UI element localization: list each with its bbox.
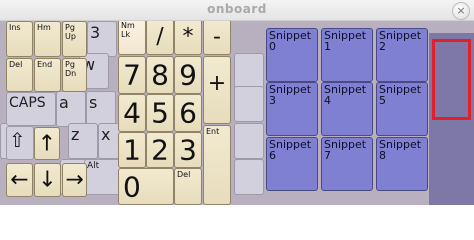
snippet-number: 8 (379, 149, 386, 162)
key-numpad-4[interactable]: 4 (118, 94, 146, 132)
snippet-button-6[interactable]: Snippet 6 (266, 137, 318, 191)
key-numpad-9[interactable]: 9 (174, 56, 202, 94)
key-3[interactable]: 3 (87, 21, 117, 57)
highlight-box (432, 39, 471, 120)
snippet-number: 1 (324, 40, 331, 53)
window-title: onboard (207, 2, 267, 16)
snippet-button-1[interactable]: Snippet 1 (321, 28, 373, 82)
key-page-up-label: Pg Up (65, 23, 76, 41)
snippet-button-5[interactable]: Snippet 5 (376, 82, 428, 136)
snippet-number: 2 (379, 40, 386, 53)
snippet-button-7[interactable]: Snippet 7 (321, 137, 373, 191)
key-numpad-enter-label: Ent (206, 127, 220, 136)
close-button[interactable]: × (452, 2, 470, 20)
snippet-button-8[interactable]: Snippet 8 (376, 137, 428, 191)
key-a-label: a (59, 93, 69, 112)
arrow-left-icon: ← (10, 167, 29, 193)
key-plus-label: + (207, 71, 227, 96)
key-end[interactable]: End (34, 58, 61, 92)
key-numpad-0[interactable]: 0 (118, 168, 174, 205)
key-a[interactable]: a (56, 91, 86, 127)
key-num-lock[interactable]: Nm Lk (118, 21, 146, 55)
snippet-number: 3 (269, 94, 276, 107)
key-s[interactable]: s (86, 91, 116, 127)
onboard-window: onboard × 3 w a s z x c Alt Ins Hm Pg Up… (0, 0, 474, 205)
key-s-label: s (89, 93, 98, 112)
arrow-up-icon: ↑ (37, 131, 57, 156)
key-numpad-8-label: 8 (151, 58, 169, 92)
snippet-button-0[interactable]: Snippet 0 (266, 28, 318, 82)
key-alt-label: Alt (87, 161, 100, 171)
key-numpad-1[interactable]: 1 (118, 132, 146, 168)
key-delete-label: Del (9, 60, 23, 69)
key-main-bg[interactable] (234, 53, 264, 89)
key-z-label: z (71, 125, 80, 144)
key-page-down[interactable]: Pg Dn (62, 58, 87, 92)
key-delete[interactable]: Del (6, 58, 33, 92)
key-home[interactable]: Hm (34, 21, 61, 57)
key-numpad-8[interactable]: 8 (146, 56, 174, 94)
key-arrow-left[interactable]: ← (6, 163, 33, 197)
key-main-bg[interactable] (234, 123, 264, 159)
key-numpad-4-label: 4 (123, 96, 141, 130)
key-numpad-0-label: 0 (123, 170, 141, 203)
key-insert-label: Ins (9, 23, 21, 32)
key-arrow-right[interactable]: → (62, 163, 87, 197)
key-numpad-delete[interactable]: Del (174, 168, 202, 205)
key-shift-left[interactable]: ⇧ (6, 126, 34, 160)
key-multiply-label: * (182, 24, 194, 50)
key-numpad-6-label: 6 (179, 96, 197, 130)
key-numpad-3-label: 3 (179, 133, 197, 167)
key-arrow-down[interactable]: ↓ (34, 163, 61, 197)
snippet-button-4[interactable]: Snippet 4 (321, 82, 373, 136)
key-caps-lock[interactable]: CAPS (6, 92, 56, 126)
arrow-down-icon: ↓ (38, 167, 57, 193)
key-x-label: x (101, 125, 111, 144)
key-multiply[interactable]: * (174, 21, 202, 55)
snippet-number: 7 (324, 149, 331, 162)
key-main-bg[interactable] (234, 159, 264, 195)
key-main-bg[interactable] (234, 86, 264, 122)
key-numpad-2-label: 2 (151, 133, 169, 167)
key-numpad-6[interactable]: 6 (174, 94, 202, 132)
snippet-number: 6 (269, 149, 276, 162)
key-numpad-enter[interactable]: Ent (203, 125, 231, 205)
snippet-number: 0 (269, 40, 276, 53)
snippet-number: 5 (379, 94, 386, 107)
key-num-lock-label: Nm Lk (121, 21, 135, 39)
snippet-number: 4 (324, 94, 331, 107)
key-caps-lock-label: CAPS (9, 95, 46, 111)
key-numpad-9-label: 9 (179, 58, 197, 92)
key-insert[interactable]: Ins (6, 21, 33, 57)
key-divide[interactable]: / (146, 21, 174, 55)
title-bar[interactable]: onboard × (0, 0, 474, 21)
key-numpad-5-label: 5 (151, 96, 169, 130)
key-3-label: 3 (90, 23, 101, 42)
key-home-label: Hm (37, 23, 51, 32)
keyboard-area: 3 w a s z x c Alt Ins Hm Pg Up Del End P… (0, 21, 474, 205)
key-page-down-label: Pg Dn (65, 60, 77, 78)
snippet-button-2[interactable]: Snippet 2 (376, 28, 428, 82)
key-numpad-7-label: 7 (123, 58, 141, 92)
key-minus[interactable]: - (203, 21, 231, 55)
key-divide-label: / (156, 24, 164, 50)
key-numpad-delete-label: Del (177, 170, 191, 179)
key-numpad-7[interactable]: 7 (118, 56, 146, 94)
key-end-label: End (37, 60, 53, 69)
key-numpad-3[interactable]: 3 (174, 132, 202, 168)
snippet-button-3[interactable]: Snippet 3 (266, 82, 318, 136)
key-numpad-1-label: 1 (123, 133, 141, 167)
key-numpad-5[interactable]: 5 (146, 94, 174, 132)
key-z[interactable]: z (68, 123, 98, 159)
key-plus[interactable]: + (203, 56, 231, 124)
arrow-right-icon: → (65, 167, 84, 193)
key-arrow-up[interactable]: ↑ (34, 127, 60, 160)
key-page-up[interactable]: Pg Up (62, 21, 87, 57)
key-minus-label: - (213, 24, 221, 50)
key-numpad-2[interactable]: 2 (146, 132, 174, 168)
